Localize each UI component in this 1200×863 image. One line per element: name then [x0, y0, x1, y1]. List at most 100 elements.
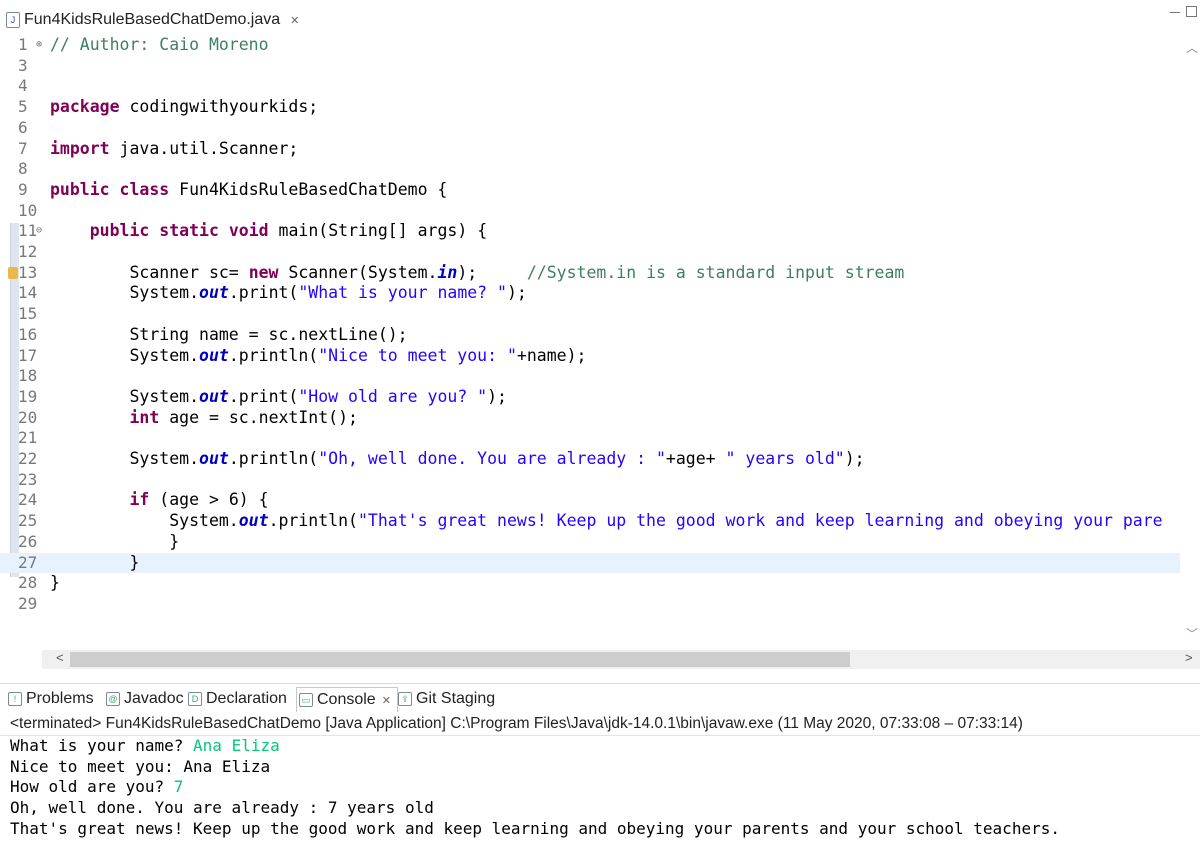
line-number: 16 [18, 324, 38, 344]
code-text: public class Fun4KidsRuleBasedChatDemo { [50, 180, 447, 201]
code-line[interactable]: 26 } [0, 532, 1180, 553]
code-text: if (age > 6) { [50, 490, 269, 511]
code-line[interactable]: 22 System.out.println("Oh, well done. Yo… [0, 449, 1180, 470]
code-token: if [129, 490, 150, 510]
code-line[interactable]: 10 [0, 201, 1180, 222]
view-tab-git-staging[interactable]: ⇪ Git Staging [398, 688, 495, 710]
fold-toggle-icon[interactable]: ⊕ [36, 35, 42, 56]
console-output[interactable]: What is your name? Ana Eliza Nice to meet… [0, 736, 1200, 863]
code-token: public [89, 221, 150, 241]
code-line[interactable]: 18 [0, 366, 1180, 387]
close-icon[interactable]: ✕ [290, 14, 299, 27]
declaration-icon: D [188, 692, 202, 706]
scroll-down-icon[interactable]: ﹀ [1186, 625, 1198, 642]
horizontal-scrollbar[interactable]: < > [42, 650, 1200, 669]
code-line[interactable]: 12 [0, 242, 1180, 263]
vertical-scrollbar[interactable]: ︿ ﹀ [1182, 35, 1200, 645]
view-tab-declaration[interactable]: D Declaration [188, 688, 287, 710]
scroll-thumb[interactable] [70, 652, 850, 667]
code-line[interactable]: 19 System.out.print("How old are you? ")… [0, 387, 1180, 408]
code-editor[interactable]: 1 ⊕ // Author: Caio Moreno 3 4 5 package codin… [0, 35, 1180, 645]
code-line[interactable]: 13 Scanner sc= new Scanner(System.in); /… [0, 263, 1180, 284]
java-file-icon: J [6, 12, 20, 28]
code-token: static [159, 221, 219, 241]
close-icon[interactable]: ✕ [382, 694, 391, 707]
console-output-text: That's great news! Keep up the good work… [10, 818, 1060, 838]
code-token: System. [50, 449, 200, 468]
code-text: } [50, 573, 60, 594]
code-text: int age = sc.nextInt(); [50, 408, 358, 429]
view-tab-label: Console [317, 691, 376, 708]
code-line[interactable]: 6 [0, 118, 1180, 139]
code-line[interactable]: 20 int age = sc.nextInt(); [0, 408, 1180, 429]
code-token: "Oh, well done. You are already : " [318, 449, 666, 468]
code-line[interactable]: 29 [0, 594, 1180, 615]
code-line[interactable]: 17 System.out.println("Nice to meet you:… [0, 346, 1180, 367]
scroll-up-icon[interactable]: ︿ [1186, 39, 1198, 56]
code-line[interactable]: 21 [0, 428, 1180, 449]
editor-tab-bar: J Fun4KidsRuleBasedChatDemo.java ✕ [0, 0, 1200, 30]
code-line[interactable]: 5 package codingwithyourkids; [0, 97, 1180, 118]
code-token: ); [844, 449, 865, 468]
code-text: System.out.print("What is your name? "); [50, 283, 526, 304]
scroll-left-icon[interactable]: < [56, 650, 64, 665]
code-line[interactable]: 25 System.out.println("That's great news… [0, 511, 1180, 532]
code-token: main(String[] args) { [268, 221, 488, 241]
console-header: <terminated> Fun4KidsRuleBasedChatDemo [… [0, 712, 1200, 736]
code-token: package [50, 97, 120, 117]
view-tab-problems[interactable]: ! Problems [8, 688, 94, 710]
code-token: (age > 6) { [149, 490, 269, 510]
code-line[interactable]: 9 public class Fun4KidsRuleBasedChatDemo … [0, 180, 1180, 201]
line-number: 17 [18, 345, 38, 365]
code-token: +name); [516, 345, 587, 365]
code-text: String name = sc.nextLine(); [50, 325, 407, 346]
code-token: } [50, 573, 60, 593]
line-number: 18 [18, 366, 38, 386]
line-number: 13 [18, 262, 38, 282]
code-line[interactable]: 24 if (age > 6) { [0, 490, 1180, 511]
console-line: Nice to meet you: Ana Eliza [10, 757, 270, 778]
code-token: Fun4KidsRuleBasedChatDemo { [169, 179, 448, 199]
scroll-right-icon[interactable]: > [1185, 650, 1193, 665]
code-line[interactable]: 3 [0, 56, 1180, 77]
code-line[interactable]: 27 } [0, 552, 1180, 574]
code-line[interactable]: 14 System.out.print("What is your name? … [0, 283, 1180, 304]
code-line[interactable]: 28} [0, 573, 1180, 594]
code-token: // Author: Caio Moreno [50, 35, 269, 54]
console-input-text: 7 [173, 777, 184, 797]
code-line[interactable]: 11 ⊖ public static void main(String[] arg… [0, 221, 1180, 242]
console-output-text: What is your name? [10, 736, 194, 755]
warning-icon[interactable] [8, 266, 18, 279]
code-line[interactable]: 7 import java.util.Scanner; [0, 139, 1180, 160]
code-token: import [50, 138, 110, 158]
code-token: System. [50, 511, 239, 531]
code-token: .println( [228, 345, 319, 365]
line-number: 11 [18, 221, 38, 241]
code-token: } [50, 552, 140, 572]
maximize-icon[interactable] [1186, 6, 1197, 17]
code-line[interactable]: 8 [0, 159, 1180, 180]
view-tab-javadoc[interactable]: @ Javadoc [106, 688, 184, 710]
minimize-icon[interactable] [1170, 8, 1180, 13]
view-tab-console[interactable]: ▭ Console ✕ [296, 687, 398, 712]
console-icon: ▭ [299, 693, 313, 707]
line-number: 19 [18, 386, 38, 406]
view-tab-label: Javadoc [124, 690, 184, 707]
code-token: +age+ [665, 449, 726, 468]
code-text: public static void main(String[] args) { [50, 221, 487, 242]
code-token: .print( [228, 386, 299, 406]
line-number: 29 [18, 593, 38, 613]
code-line[interactable]: 4 [0, 76, 1180, 97]
code-line[interactable]: 16 String name = sc.nextLine(); [0, 325, 1180, 346]
fold-toggle-icon[interactable]: ⊖ [36, 221, 42, 242]
code-line[interactable]: 1 ⊕ // Author: Caio Moreno [0, 35, 1180, 56]
console-line: What is your name? Ana Eliza [10, 736, 280, 757]
line-number: 25 [18, 511, 38, 531]
code-text: } [50, 553, 139, 574]
editor-tab[interactable]: J Fun4KidsRuleBasedChatDemo.java ✕ [6, 9, 299, 31]
code-token: } [50, 531, 180, 551]
code-line[interactable]: 15 [0, 304, 1180, 325]
code-line[interactable]: 23 [0, 470, 1180, 491]
